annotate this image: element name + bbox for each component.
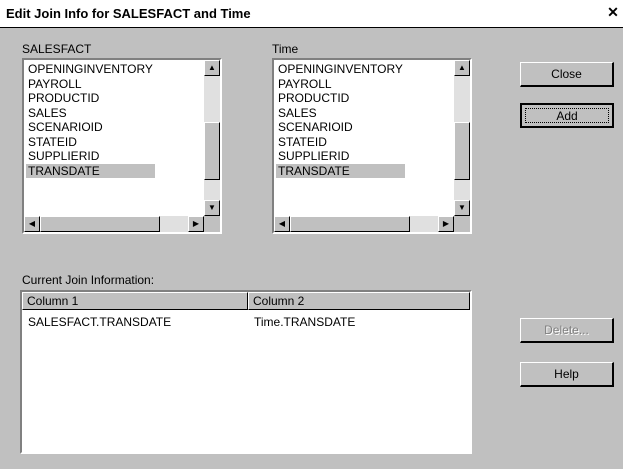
delete-button[interactable]: Delete... bbox=[520, 318, 614, 343]
scroll-corner bbox=[454, 216, 470, 232]
scroll-right-icon[interactable]: ▶ bbox=[438, 216, 454, 232]
list-item[interactable]: OPENINGINVENTORY bbox=[26, 62, 155, 77]
list-item[interactable]: SUPPLIERID bbox=[276, 149, 405, 164]
scroll-thumb[interactable] bbox=[204, 122, 220, 180]
list-item[interactable]: SCENARIOID bbox=[276, 120, 405, 135]
scroll-left-icon[interactable]: ◀ bbox=[274, 216, 290, 232]
close-icon[interactable]: ✕ bbox=[605, 4, 621, 20]
dialog-title: Edit Join Info for SALESFACT and Time bbox=[6, 6, 251, 21]
right-list-label: Time bbox=[272, 42, 299, 56]
list-item[interactable]: SALES bbox=[276, 106, 405, 121]
list-item[interactable]: STATEID bbox=[276, 135, 405, 150]
right-horizontal-scrollbar[interactable]: ◀ ▶ bbox=[274, 216, 454, 232]
scroll-left-icon[interactable]: ◀ bbox=[24, 216, 40, 232]
scroll-thumb[interactable] bbox=[40, 216, 160, 232]
list-item[interactable]: STATEID bbox=[26, 135, 155, 150]
table-cell[interactable]: SALESFACT.TRANSDATE bbox=[24, 314, 248, 330]
list-item-selected[interactable]: TRANSDATE bbox=[26, 163, 155, 178]
scroll-up-icon[interactable]: ▲ bbox=[204, 60, 220, 76]
scroll-thumb[interactable] bbox=[454, 122, 470, 180]
column-header-1[interactable]: Column 1 bbox=[22, 292, 248, 310]
right-vertical-scrollbar[interactable]: ▲ ▼ bbox=[454, 60, 470, 216]
list-item[interactable]: SALES bbox=[26, 106, 155, 121]
title-bar: Edit Join Info for SALESFACT and Time ✕ bbox=[0, 0, 623, 28]
list-item[interactable]: PAYROLL bbox=[26, 77, 155, 92]
scroll-corner bbox=[204, 216, 220, 232]
join-info-grid[interactable]: Column 1 Column 2 SALESFACT.TRANSDATE Ti… bbox=[20, 290, 472, 454]
salesfact-column-list[interactable]: OPENINGINVENTORY PAYROLL PRODUCTID SALES… bbox=[22, 58, 222, 234]
table-cell[interactable]: Time.TRANSDATE bbox=[250, 314, 474, 330]
list-item[interactable]: SCENARIOID bbox=[26, 120, 155, 135]
list-item[interactable]: PRODUCTID bbox=[276, 91, 405, 106]
left-list-items: OPENINGINVENTORY PAYROLL PRODUCTID SALES… bbox=[26, 62, 155, 178]
list-item[interactable]: OPENINGINVENTORY bbox=[276, 62, 405, 77]
scroll-thumb[interactable] bbox=[290, 216, 410, 232]
scroll-right-icon[interactable]: ▶ bbox=[188, 216, 204, 232]
list-item[interactable]: PRODUCTID bbox=[26, 91, 155, 106]
list-item[interactable]: SUPPLIERID bbox=[26, 149, 155, 164]
add-button-label: Add bbox=[525, 108, 609, 123]
list-item-selected[interactable]: TRANSDATE bbox=[276, 163, 405, 178]
scroll-up-icon[interactable]: ▲ bbox=[454, 60, 470, 76]
right-list-items: OPENINGINVENTORY PAYROLL PRODUCTID SALES… bbox=[276, 62, 405, 178]
scroll-down-icon[interactable]: ▼ bbox=[454, 200, 470, 216]
list-item[interactable]: PAYROLL bbox=[276, 77, 405, 92]
close-button[interactable]: Close bbox=[520, 62, 614, 87]
join-info-label: Current Join Information: bbox=[22, 273, 155, 287]
add-button[interactable]: Add bbox=[520, 103, 614, 128]
left-list-label: SALESFACT bbox=[22, 42, 92, 56]
left-horizontal-scrollbar[interactable]: ◀ ▶ bbox=[24, 216, 204, 232]
help-button[interactable]: Help bbox=[520, 362, 614, 387]
column-header-2[interactable]: Column 2 bbox=[248, 292, 470, 310]
left-vertical-scrollbar[interactable]: ▲ ▼ bbox=[204, 60, 220, 216]
time-column-list[interactable]: OPENINGINVENTORY PAYROLL PRODUCTID SALES… bbox=[272, 58, 472, 234]
scroll-down-icon[interactable]: ▼ bbox=[204, 200, 220, 216]
